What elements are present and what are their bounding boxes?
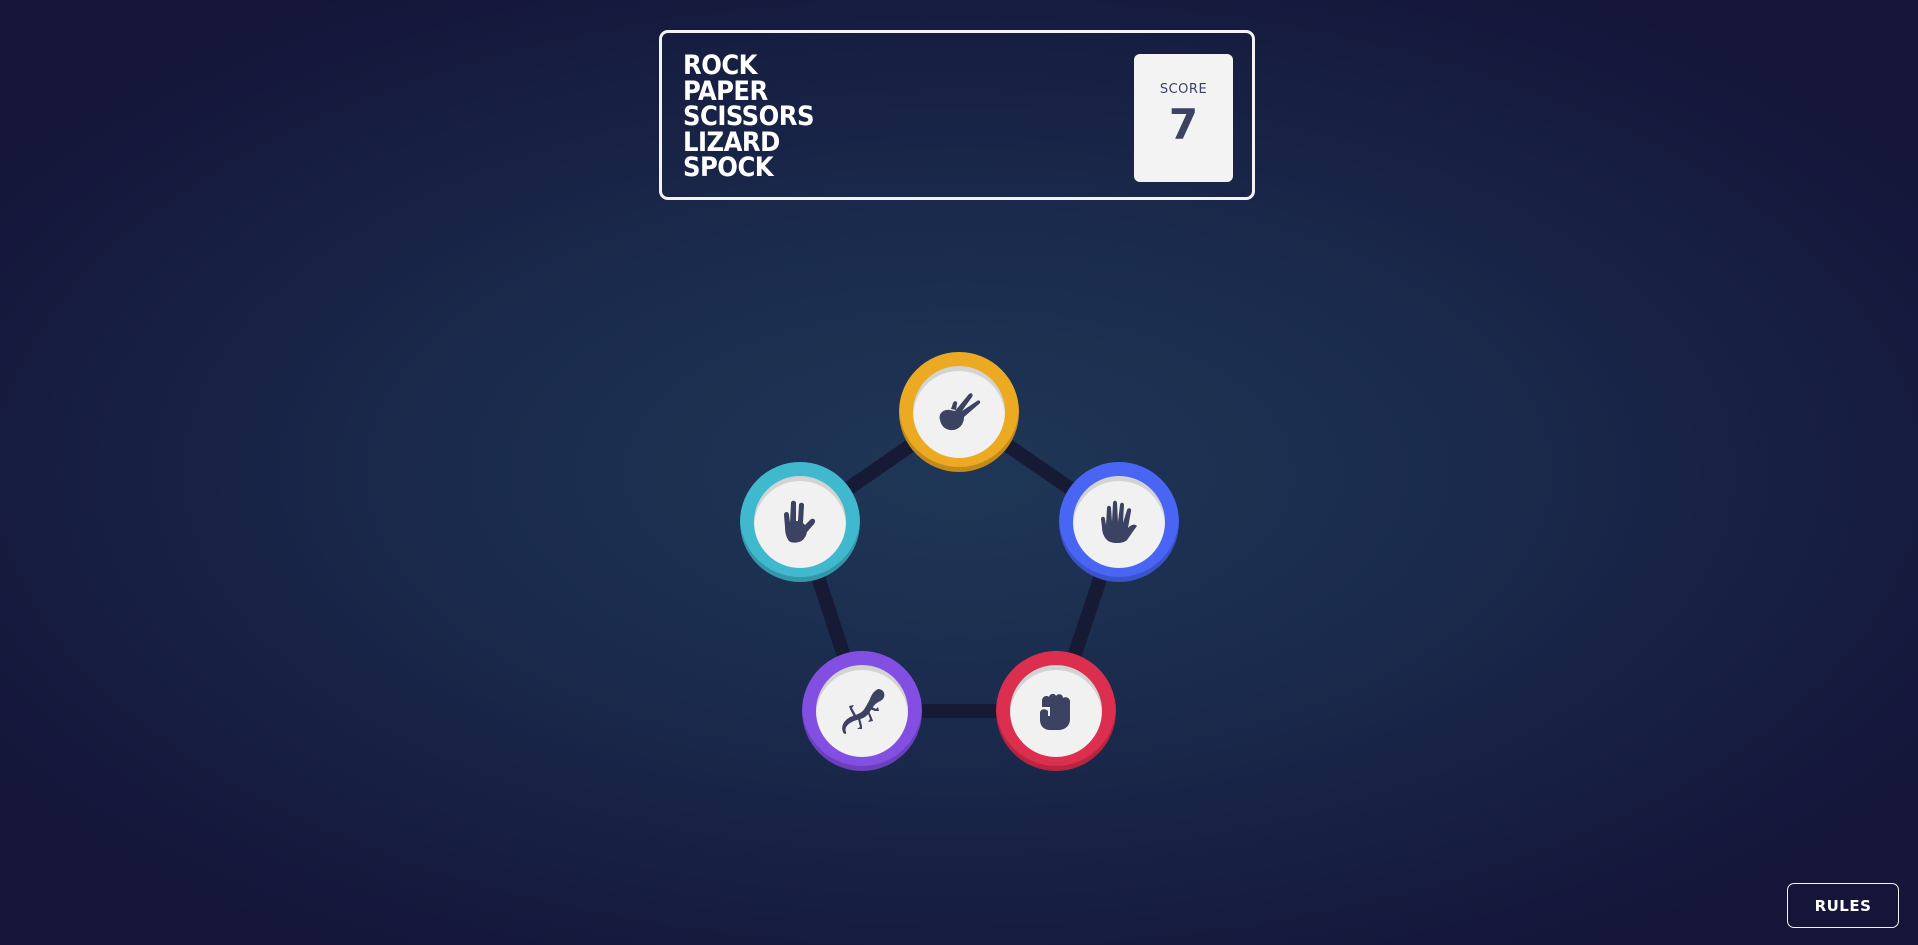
game-board (0, 0, 1918, 945)
paper-hand-icon (1101, 500, 1137, 543)
spock-token[interactable] (740, 462, 860, 582)
scissors-token[interactable] (899, 352, 1019, 472)
scissors-token-face (913, 366, 1005, 458)
rock-fist-icon (1040, 693, 1071, 730)
pentagon-connector (793, 405, 1126, 718)
lizard-token-face (816, 665, 908, 757)
rock-token[interactable] (996, 651, 1116, 771)
scissors-hand-icon (939, 393, 981, 431)
lizard-token[interactable] (802, 651, 922, 771)
spock-token-face (754, 476, 846, 568)
spock-hand-icon (784, 500, 816, 543)
lizard-icon (842, 689, 885, 734)
rules-button[interactable]: RULES (1787, 883, 1899, 928)
paper-token[interactable] (1059, 462, 1179, 582)
rock-token-face (1010, 665, 1102, 757)
paper-token-face (1073, 476, 1165, 568)
